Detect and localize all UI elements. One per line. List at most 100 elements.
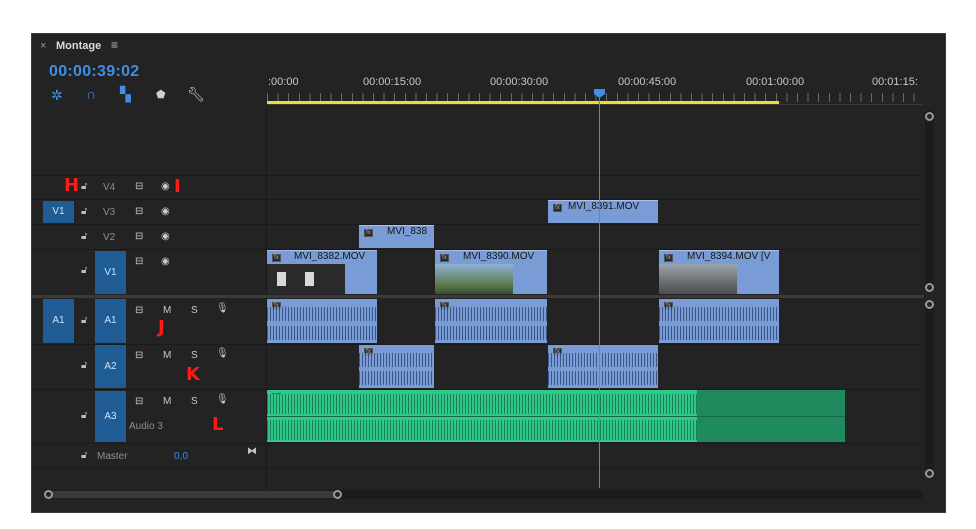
- waveform: [267, 394, 697, 414]
- sync-lock-icon[interactable]: ⊟: [135, 206, 143, 217]
- source-patch-a1[interactable]: A1: [43, 299, 74, 343]
- video-scrollbar[interactable]: [925, 110, 934, 290]
- clip-name: MVI_838: [387, 226, 428, 237]
- clip-mvi-8390[interactable]: fx MVI_8390.MOV: [435, 250, 547, 294]
- playhead-line[interactable]: [599, 98, 600, 488]
- fx-badge-icon: fx: [440, 254, 449, 262]
- sync-lock-icon[interactable]: ⊟: [135, 231, 143, 242]
- microphone-icon[interactable]: 🎙︎: [216, 394, 229, 405]
- solo-button[interactable]: S: [191, 305, 198, 316]
- magnet-icon[interactable]: ∩: [86, 86, 96, 102]
- source-patch-v1[interactable]: V1: [43, 201, 74, 223]
- waveform: [659, 326, 779, 340]
- marker-icon[interactable]: ⬟: [156, 88, 166, 101]
- track-label-v3[interactable]: V3: [103, 207, 115, 218]
- waveform: [359, 353, 434, 367]
- audio-clip-a2-2[interactable]: fx: [548, 345, 658, 388]
- clip-thumbnail: [659, 264, 737, 294]
- track-label-v1[interactable]: V1: [95, 251, 126, 294]
- audio-clip-a2-1[interactable]: fx: [359, 345, 434, 388]
- solo-button[interactable]: S: [191, 396, 198, 407]
- lock-icon[interactable]: 🔓︎: [81, 360, 87, 371]
- ruler-label: 00:00:45:00: [618, 76, 677, 88]
- eye-icon[interactable]: ◉: [161, 181, 170, 192]
- track-label-a2[interactable]: A2: [95, 345, 126, 388]
- lock-icon[interactable]: 🔓︎: [81, 315, 87, 326]
- ruler-label: :00:00: [268, 76, 299, 88]
- ruler-label: 00:01:00:00: [746, 76, 805, 88]
- clip-thumbnail: [435, 264, 513, 294]
- annotation-j: J: [158, 317, 165, 338]
- mute-button[interactable]: M: [163, 350, 171, 361]
- ruler-label: 00:00:30:00: [490, 76, 549, 88]
- fx-badge-icon: fx: [664, 254, 673, 262]
- master-label: Master: [97, 451, 128, 462]
- microphone-icon[interactable]: 🎙︎: [216, 303, 229, 314]
- scrollbar-knob[interactable]: [925, 283, 934, 292]
- annotation-i: I: [174, 176, 181, 197]
- audio-clip-a1-1[interactable]: fx: [267, 299, 377, 343]
- clip-mvi-838[interactable]: fx MVI_838: [359, 225, 434, 248]
- waveform: [548, 353, 658, 367]
- linked-selection-icon[interactable]: ▚: [120, 86, 131, 103]
- waveform: [659, 307, 779, 321]
- eye-icon[interactable]: ◉: [161, 206, 170, 217]
- track-label-v2[interactable]: V2: [103, 232, 115, 243]
- microphone-icon[interactable]: 🎙︎: [216, 348, 229, 359]
- lock-icon[interactable]: 🔓︎: [81, 265, 87, 276]
- lock-icon[interactable]: 🔓︎: [81, 206, 87, 217]
- eye-icon[interactable]: ◉: [161, 256, 170, 267]
- mute-button[interactable]: M: [163, 396, 171, 407]
- lock-icon[interactable]: 🔓︎: [81, 410, 87, 421]
- solo-button[interactable]: S: [191, 350, 198, 361]
- track-label-v4[interactable]: V4: [103, 182, 115, 193]
- zoom-handle-left[interactable]: [44, 490, 53, 499]
- annotation-l: L: [212, 414, 224, 435]
- waveform: [267, 420, 697, 440]
- fx-badge-icon: fx: [553, 204, 562, 212]
- audio-clip-a3[interactable]: fx: [267, 390, 845, 442]
- zoom-handle-right[interactable]: [333, 490, 342, 499]
- clip-mvi-8394[interactable]: fx MVI_8394.MOV [V: [659, 250, 779, 294]
- zoom-scroll-thumb[interactable]: [47, 491, 339, 498]
- track-name-audio3[interactable]: Audio 3: [129, 421, 163, 432]
- snap-icon[interactable]: ✲: [51, 87, 63, 104]
- clip-mvi-8382[interactable]: fx MVI_8382.MOV: [267, 250, 377, 294]
- playhead-timecode[interactable]: 00:00:39:02: [49, 63, 139, 81]
- lock-icon[interactable]: 🔓︎: [81, 450, 87, 461]
- panel-menu-icon[interactable]: ≡: [111, 38, 118, 52]
- audio-clip-a1-2[interactable]: fx: [435, 299, 547, 343]
- sync-lock-icon[interactable]: ⊟: [135, 256, 143, 267]
- waveform: [548, 371, 658, 385]
- clip-name: MVI_8390.MOV: [463, 251, 535, 262]
- audio-scrollbar[interactable]: [925, 300, 934, 478]
- sync-lock-icon[interactable]: ⊟: [135, 181, 143, 192]
- clip-mvi-8391[interactable]: fx MVI_8391.MOV: [548, 200, 658, 223]
- ruler-label: 00:00:15:00: [363, 76, 422, 88]
- scrollbar-knob[interactable]: [925, 112, 934, 121]
- eye-icon[interactable]: ◉: [161, 231, 170, 242]
- track-label-a1[interactable]: A1: [95, 299, 126, 343]
- waveform: [267, 326, 377, 340]
- lock-icon[interactable]: 🔓︎: [81, 181, 87, 192]
- video-audio-divider[interactable]: [32, 295, 924, 298]
- master-volume-value[interactable]: 0,0: [174, 451, 188, 462]
- waveform: [435, 326, 547, 340]
- close-panel-button[interactable]: ×: [40, 40, 46, 52]
- scrollbar-knob[interactable]: [925, 300, 934, 309]
- panel-title: Montage: [56, 40, 102, 52]
- sync-lock-icon[interactable]: ⊟: [135, 305, 143, 316]
- track-label-a3[interactable]: A3: [95, 391, 126, 442]
- clip-name: MVI_8391.MOV: [568, 201, 640, 212]
- audio-clip-a1-3[interactable]: fx: [659, 299, 779, 343]
- fx-badge-icon: fx: [364, 229, 373, 237]
- fx-badge-icon: fx: [272, 254, 281, 262]
- mute-button[interactable]: M: [163, 305, 171, 316]
- wrench-icon[interactable]: 🔧︎: [187, 86, 205, 103]
- sync-lock-icon[interactable]: ⊟: [135, 350, 143, 361]
- collapse-icon[interactable]: ⧓: [247, 446, 257, 457]
- scrollbar-knob[interactable]: [925, 469, 934, 478]
- sync-lock-icon[interactable]: ⊟: [135, 396, 143, 407]
- lock-icon[interactable]: 🔓︎: [81, 231, 87, 242]
- waveform: [267, 307, 377, 321]
